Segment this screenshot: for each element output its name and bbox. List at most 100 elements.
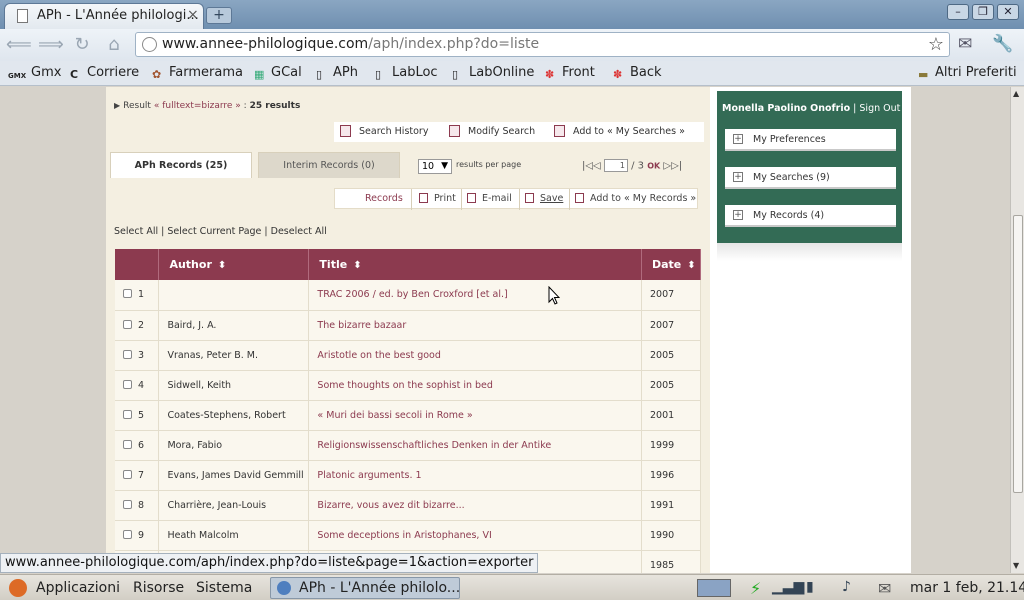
title-link[interactable]: Religionswissenschaftliches Denken in de… — [308, 430, 642, 461]
email-button[interactable]: E-mail — [467, 193, 512, 204]
modify-search-button[interactable]: Modify Search — [449, 125, 535, 137]
row-checkbox[interactable] — [123, 379, 132, 389]
title-column-header[interactable]: Title ⬍ — [308, 249, 642, 280]
menu-risorse[interactable]: Risorse — [133, 580, 184, 596]
date-cell: 2001 — [641, 400, 701, 431]
bookmarks-bar: GMX Gmx C Corriere ✿ Farmerama ▦ GCal ▯ APh ▯… — [0, 61, 1024, 86]
sidebar-item-preferences[interactable]: + My Preferences — [725, 129, 896, 151]
sort-icon[interactable]: ⬍ — [353, 260, 361, 271]
bookmark-labloc[interactable]: ▯ LabLoc — [375, 65, 438, 82]
row-checkbox[interactable] — [123, 469, 132, 479]
breadcrumb: ▶ Result « fulltext=bizarre » : 25 result… — [114, 101, 301, 111]
browser-tab-bar: APh - L'Année philologi... × + – ❐ ✕ — [0, 0, 1024, 29]
bookmark-labonline[interactable]: ▯ LabOnline — [452, 65, 534, 82]
close-tab-icon[interactable]: × — [187, 7, 199, 23]
tab-interim-records[interactable]: Interim Records (0) — [258, 152, 400, 178]
back-icon[interactable]: ⟸ — [6, 34, 32, 56]
date-cell: 1996 — [641, 460, 701, 491]
title-link[interactable]: Bizarre, vous avez dit bizarre... — [308, 490, 642, 521]
table-row: 4 Sidwell, Keith Some thoughts on the soph… — [115, 370, 701, 401]
row-checkbox[interactable] — [123, 349, 132, 359]
date-column-header[interactable]: Date ⬍ — [641, 249, 701, 280]
row-checkbox[interactable] — [123, 409, 132, 419]
bookmark-gmx[interactable]: GMX Gmx — [8, 65, 61, 86]
add-to-my-records-button[interactable]: Add to « My Records » — [575, 193, 696, 204]
flower-icon: ✽ — [613, 68, 623, 81]
mail-icon[interactable]: ✉ — [958, 34, 972, 54]
scroll-up-icon[interactable]: ▲ — [1013, 89, 1019, 98]
title-link[interactable]: TRAC 2006 / ed. by Ben Croxford [et al.] — [308, 280, 642, 311]
author-column-header[interactable]: Author ⬍ — [158, 249, 310, 280]
row-checkbox[interactable] — [123, 499, 132, 509]
address-bar[interactable]: www.annee-philologique.com/aph/index.php… — [135, 32, 950, 57]
menu-sistema[interactable]: Sistema — [196, 580, 252, 596]
title-link[interactable]: The bizarre bazaar — [308, 310, 642, 341]
results-per-page-select[interactable]: 10 ▼ — [418, 159, 452, 174]
scroll-thumb[interactable] — [1013, 215, 1023, 493]
farmerama-icon: ✿ — [152, 68, 162, 81]
sort-icon[interactable]: ⬍ — [218, 260, 226, 271]
row-checkbox[interactable] — [123, 319, 132, 329]
row-checkbox[interactable] — [123, 529, 132, 539]
sidebar-item-searches[interactable]: + My Searches (9) — [725, 167, 896, 189]
row-checkbox[interactable] — [123, 289, 132, 299]
deselect-all-link[interactable]: Deselect All — [271, 226, 327, 237]
divider — [519, 189, 520, 210]
bookmark-front[interactable]: ✽ Front — [545, 65, 595, 82]
network-icon[interactable]: ⚡ — [750, 579, 761, 598]
other-bookmarks[interactable]: ▬ Altri Preferiti — [918, 65, 1017, 82]
row-checkbox[interactable] — [123, 439, 132, 449]
forward-icon[interactable]: ⟹ — [38, 34, 64, 56]
select-current-page-link[interactable]: Select Current Page — [167, 226, 261, 237]
signal-icon[interactable]: ▁▃▆ — [772, 579, 804, 597]
title-link[interactable]: Aristotle on the best good — [308, 340, 642, 371]
scroll-down-icon[interactable]: ▼ — [1013, 561, 1019, 570]
home-icon[interactable]: ⌂ — [102, 34, 126, 56]
new-tab-button[interactable]: + — [206, 7, 232, 24]
bookmark-star-icon[interactable]: ☆ — [928, 34, 944, 55]
title-link[interactable]: Platonic arguments. 1 — [308, 460, 642, 491]
save-button[interactable]: Save — [525, 193, 563, 204]
results-panel: ▶ Result « fulltext=bizarre » : 25 result… — [106, 87, 710, 573]
ok-button[interactable]: OK — [647, 162, 660, 171]
maximize-icon[interactable]: ❐ — [972, 4, 994, 20]
clock[interactable]: mar 1 feb, 21.14 — [910, 580, 1024, 596]
page-number-input[interactable]: 1 — [603, 159, 628, 172]
minimize-icon[interactable]: – — [947, 4, 969, 20]
sign-out-link[interactable]: Sign Out — [859, 103, 900, 114]
close-window-icon[interactable]: ✕ — [997, 4, 1019, 20]
browser-icon — [277, 581, 291, 595]
taskbar-window-button[interactable]: APh - L'Année philolo... — [270, 577, 460, 599]
tab-aph-records[interactable]: APh Records (25) — [110, 152, 252, 178]
sort-icon[interactable]: ⬍ — [687, 260, 695, 271]
table-row: 2 Baird, J. A. The bizarre bazaar 2007 — [115, 310, 701, 341]
bookmark-farmerama[interactable]: ✿ Farmerama — [152, 65, 243, 82]
menu-applicazioni[interactable]: Applicazioni — [36, 580, 120, 596]
workspace-switcher-icon[interactable] — [697, 579, 731, 597]
mouse-cursor-icon — [548, 286, 560, 305]
title-link[interactable]: « Muri dei bassi secoli in Rome » — [308, 400, 642, 431]
bookmark-corriere[interactable]: C Corriere — [70, 65, 139, 82]
vertical-scrollbar[interactable]: ▲ ▼ — [1010, 87, 1024, 573]
globe-icon — [142, 37, 157, 52]
mail-icon[interactable]: ✉ — [878, 579, 891, 598]
add-to-my-searches-button[interactable]: Add to « My Searches » — [554, 125, 685, 137]
divider — [569, 189, 570, 210]
last-page-icon[interactable]: ▷▷| — [663, 161, 682, 172]
battery-icon[interactable]: ▮ — [806, 579, 814, 597]
bookmark-aph[interactable]: ▯ APh — [316, 65, 358, 82]
first-page-icon[interactable]: |◁◁ — [582, 161, 601, 172]
title-link[interactable]: Some thoughts on the sophist in bed — [308, 370, 642, 401]
search-history-button[interactable]: Search History — [340, 125, 428, 137]
title-link[interactable]: Some deceptions in Aristophanes, VI — [308, 520, 642, 551]
wrench-icon[interactable]: 🔧 — [992, 34, 1013, 54]
reload-icon[interactable]: ↻ — [70, 34, 94, 56]
bookmark-gcal[interactable]: ▦ GCal — [254, 65, 302, 82]
browser-tab[interactable]: APh - L'Année philologi... × — [4, 3, 204, 29]
desktop-taskbar: Applicazioni Risorse Sistema APh - L'Ann… — [0, 574, 1024, 600]
select-all-link[interactable]: Select All — [114, 226, 158, 237]
bookmark-back[interactable]: ✽ Back — [613, 65, 662, 82]
sidebar-item-records[interactable]: + My Records (4) — [725, 205, 896, 227]
volume-icon[interactable]: ♪ — [842, 579, 851, 597]
print-button[interactable]: Print — [419, 193, 456, 204]
